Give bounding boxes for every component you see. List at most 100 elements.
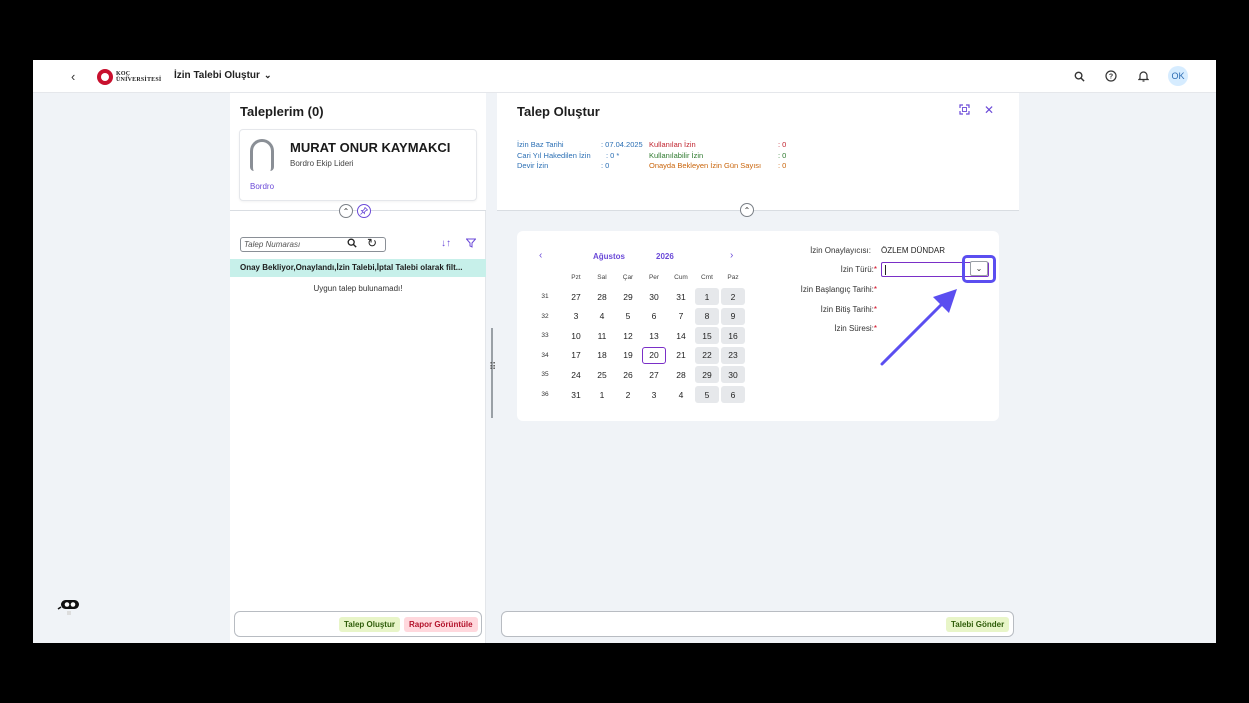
header-actions: ? OK [1072, 66, 1188, 86]
empty-list-message: Uygun talep bulunamadı! [313, 284, 403, 293]
previous-month-icon[interactable]: ‹ [539, 250, 542, 261]
calendar-day[interactable]: 30 [642, 288, 666, 305]
view-report-button[interactable]: Rapor Görüntüle [404, 617, 478, 632]
person-placeholder-icon [250, 139, 274, 171]
submit-request-button[interactable]: Talebi Gönder [946, 617, 1010, 632]
base-date-value: : 07.04.2025 [601, 140, 643, 149]
calendar-day[interactable]: 6 [721, 386, 745, 403]
fullscreen-icon[interactable] [959, 104, 970, 118]
refresh-icon[interactable]: ↻ [367, 236, 377, 250]
leave-type-label: İzin Türü:* [840, 265, 877, 274]
pin-header-button[interactable] [357, 204, 371, 218]
filter-icon[interactable] [465, 238, 477, 251]
available-label: Kullanılabilir İzin [649, 150, 704, 160]
sort-icon[interactable]: ↓↑ [441, 238, 451, 249]
calendar-day[interactable]: 27 [564, 288, 588, 305]
start-date-label: İzin Başlangıç Tarihi:* [800, 285, 877, 294]
week-number: 35 [541, 371, 549, 379]
calendar-day[interactable]: 4 [590, 308, 614, 325]
calendar-day[interactable]: 28 [590, 288, 614, 305]
calendar-day[interactable]: 1 [590, 386, 614, 403]
assistant-bot-icon[interactable] [57, 598, 83, 616]
panel-splitter[interactable] [491, 328, 493, 418]
calendar-day[interactable]: 5 [695, 386, 719, 403]
calendar-year[interactable]: 2026 [656, 252, 674, 261]
calendar-day[interactable]: 8 [695, 307, 719, 325]
close-icon[interactable]: ✕ [984, 103, 994, 117]
calendar-day[interactable]: 30 [721, 366, 745, 384]
create-request-panel: Talep Oluştur ✕ İzin Baz Tarihi : 07.04.… [497, 93, 1019, 643]
calendar-day[interactable]: 3 [642, 386, 666, 403]
drag-handle-icon[interactable]: ⠿ [489, 362, 496, 373]
weekday-header: Cmt [701, 274, 713, 281]
calendar-day[interactable]: 7 [669, 308, 693, 325]
weekday-header: Per [648, 274, 660, 281]
calendar-day[interactable]: 1 [695, 288, 719, 305]
weekday-header: Çar [622, 274, 634, 281]
logo-line2: ÜNİVERSİTESİ [116, 77, 162, 83]
search-icon[interactable] [1072, 69, 1086, 83]
calendar-day[interactable]: 13 [642, 327, 666, 344]
pending-label: Onayda Bekleyen İzin Gün Sayısı [649, 161, 762, 170]
profile-name: MURAT ONUR KAYMAKCI [290, 140, 451, 155]
calendar-day[interactable]: 31 [564, 386, 588, 403]
shell-header: ‹ KOÇ ÜNİVERSİTESİ İzin Talebi Oluştur ⌄… [33, 60, 1216, 93]
next-month-icon[interactable]: › [730, 250, 733, 261]
calendar-day[interactable]: 3 [564, 308, 588, 325]
calendar-day[interactable]: 14 [669, 327, 693, 344]
calendar-day[interactable]: 16 [721, 327, 745, 345]
calendar-day[interactable]: 31 [669, 288, 693, 305]
calendar-day[interactable]: 12 [616, 327, 640, 344]
calendar-day[interactable]: 2 [616, 386, 640, 403]
calendar-day[interactable]: 17 [564, 347, 588, 364]
calendar-day[interactable]: 19 [616, 347, 640, 364]
calendar-day[interactable]: 6 [642, 308, 666, 325]
weekday-header: Cum [674, 274, 688, 281]
calendar-day[interactable]: 5 [616, 308, 640, 325]
bell-icon[interactable] [1136, 69, 1150, 83]
calendar-day[interactable]: 2 [721, 288, 745, 305]
dropdown-highlight-box [962, 255, 996, 283]
calendar-day[interactable]: 26 [616, 366, 640, 383]
calendar-day[interactable]: 20 [642, 346, 666, 364]
calendar-day[interactable]: 24 [564, 366, 588, 383]
weekday-header: Paz [727, 274, 739, 281]
calendar-day[interactable]: 22 [695, 346, 719, 364]
calendar-day[interactable]: 23 [721, 346, 745, 364]
collapse-header-button[interactable]: ⌃ [339, 204, 353, 218]
collapse-header-button[interactable]: ⌃ [740, 203, 754, 217]
pending-value: : 0 [778, 161, 787, 170]
calendar-day[interactable]: 29 [616, 288, 640, 305]
chevron-down-icon: ⌄ [263, 70, 272, 80]
calendar-day[interactable]: 21 [669, 347, 693, 364]
calendar-day[interactable]: 10 [564, 327, 588, 344]
calendar-day[interactable]: 9 [721, 307, 745, 325]
calendar-day[interactable]: 15 [695, 327, 719, 345]
calendar-month[interactable]: Ağustos [593, 252, 625, 261]
approver-label: İzin Onaylayıcısı: [810, 246, 871, 255]
calendar-day[interactable]: 27 [642, 366, 666, 383]
user-avatar[interactable]: OK [1168, 66, 1188, 86]
end-date-label: İzin Bitiş Tarihi:* [820, 305, 877, 314]
search-toolbar: Talep Numarası ↻ ↓↑ [240, 236, 477, 253]
profile-department-link[interactable]: Bordro [250, 182, 274, 191]
request-number-search-input[interactable]: Talep Numarası [240, 237, 386, 252]
calendar-day[interactable]: 28 [669, 366, 693, 383]
calendar-day[interactable]: 4 [669, 386, 693, 403]
text-cursor [885, 265, 886, 275]
profile-role: Bordro Ekip Lideri [290, 159, 354, 168]
used-value: : 0 [778, 140, 787, 149]
calendar-day[interactable]: 18 [590, 347, 614, 364]
back-button[interactable]: ‹ [71, 69, 75, 84]
calendar-day[interactable]: 29 [695, 366, 719, 384]
app-title-menu[interactable]: İzin Talebi Oluştur ⌄ [174, 70, 271, 81]
help-icon[interactable]: ? [1104, 69, 1118, 83]
calendar-day[interactable]: 25 [590, 366, 614, 383]
week-number: 33 [541, 332, 549, 340]
calendar-day[interactable]: 11 [590, 327, 614, 344]
search-icon[interactable] [347, 238, 357, 251]
create-request-header: Talep Oluştur ✕ İzin Baz Tarihi : 07.04.… [497, 93, 1019, 211]
create-request-title: Talep Oluştur [517, 104, 600, 119]
active-filter-bar[interactable]: Onay Bekliyor,Onaylandı,İzin Talebi,İpta… [230, 259, 486, 277]
create-request-button[interactable]: Talep Oluştur [339, 617, 400, 632]
